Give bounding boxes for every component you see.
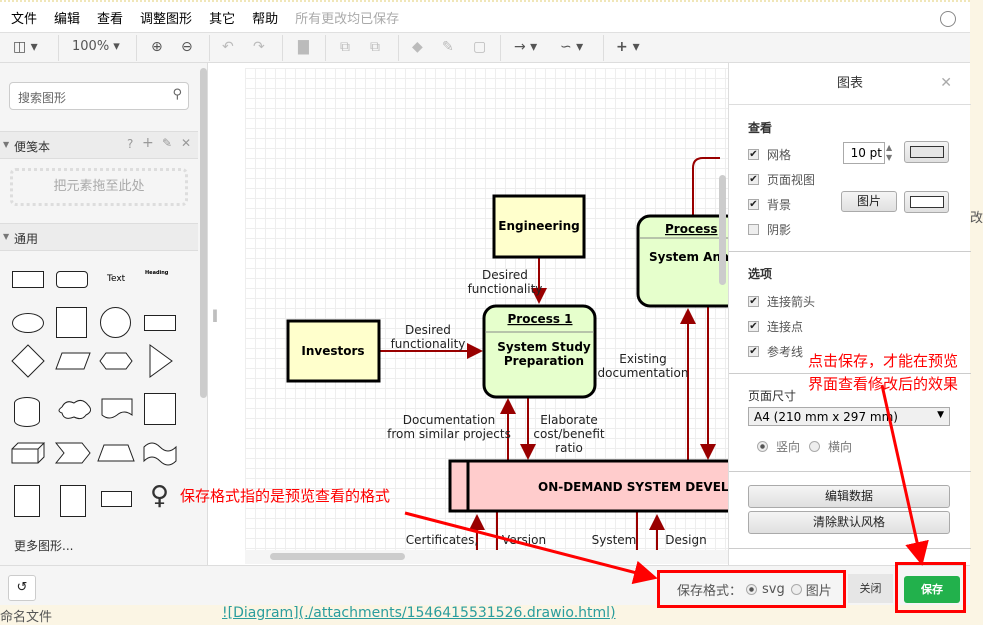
- annotation-highlight-format: [657, 570, 846, 608]
- annotation-arrow-save: [880, 384, 929, 566]
- annotation-arrow-format: [404, 511, 658, 585]
- annotation-highlight-save: [895, 562, 966, 613]
- annotation-arrows: [404, 384, 929, 585]
